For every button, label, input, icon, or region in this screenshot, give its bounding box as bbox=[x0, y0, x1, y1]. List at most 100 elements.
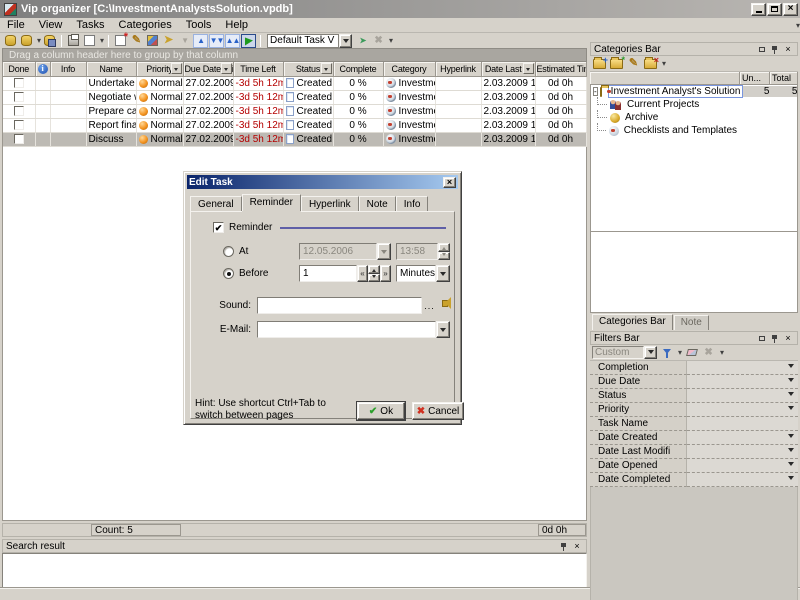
filter-row[interactable]: Date Created bbox=[590, 431, 798, 445]
filter-row[interactable]: Completion bbox=[590, 361, 798, 375]
task-row[interactable]: Negotiate with Normal 27.02.2009 -3d 5h … bbox=[3, 90, 586, 104]
search-close-button[interactable]: × bbox=[571, 541, 583, 552]
print-dropdown-icon[interactable]: ▾ bbox=[100, 36, 104, 45]
category-tree-item[interactable]: Archive bbox=[591, 111, 797, 124]
done-checkbox[interactable] bbox=[14, 134, 24, 144]
menu-item[interactable]: View bbox=[32, 18, 70, 32]
menu-item[interactable]: Tasks bbox=[69, 18, 111, 32]
time-down-button[interactable] bbox=[438, 252, 450, 261]
menu-item[interactable]: Tools bbox=[179, 18, 219, 32]
start-task-button[interactable] bbox=[241, 34, 256, 48]
cell-due-date[interactable]: 27.02.2009 bbox=[183, 132, 233, 146]
new-subcategory-button[interactable]: * bbox=[609, 57, 624, 71]
move-up-button[interactable]: ▲ bbox=[193, 34, 208, 48]
delete-category-button[interactable]: × bbox=[643, 57, 658, 71]
open-database-button[interactable] bbox=[19, 34, 34, 48]
spin-up-button[interactable] bbox=[368, 265, 380, 274]
toolbar-overflow-icon[interactable]: ▾ bbox=[796, 21, 800, 30]
category-label[interactable]: Checklists and Templates bbox=[622, 125, 739, 136]
filters-more-icon[interactable]: ▾ bbox=[720, 348, 724, 357]
dialog-tab[interactable]: Note bbox=[359, 196, 396, 211]
column-filter-button[interactable] bbox=[171, 63, 182, 74]
cell-due-date[interactable]: 27.02.2009 bbox=[183, 118, 233, 132]
cell-name[interactable]: Negotiate with bbox=[86, 90, 136, 104]
menu-item[interactable]: File bbox=[0, 18, 32, 32]
move-down-button[interactable]: ▼ bbox=[177, 34, 192, 48]
new-task-button[interactable] bbox=[113, 34, 128, 48]
spin-next-button[interactable]: » bbox=[380, 265, 391, 282]
cell-category[interactable]: Investment bbox=[383, 118, 435, 132]
category-tree-item[interactable]: - Investment Analyst's Solution 55 bbox=[591, 85, 797, 98]
edit-category-button[interactable]: ✎ bbox=[626, 57, 641, 71]
spin-down-button[interactable] bbox=[368, 274, 380, 283]
done-checkbox[interactable] bbox=[14, 92, 24, 102]
restore-button[interactable] bbox=[767, 3, 782, 16]
group-by-bar[interactable]: Drag a column header here to group by th… bbox=[2, 48, 587, 62]
cell-done[interactable] bbox=[3, 104, 35, 118]
filter-row[interactable]: Due Date bbox=[590, 375, 798, 389]
sound-field[interactable]: ... bbox=[257, 297, 437, 314]
at-date-dropdown[interactable] bbox=[377, 243, 391, 260]
save-database-button[interactable] bbox=[42, 34, 57, 48]
cell-category[interactable]: Investment bbox=[383, 90, 435, 104]
column-header[interactable]: Done bbox=[3, 62, 35, 76]
cell-complete[interactable]: 0 % bbox=[333, 118, 383, 132]
dialog-tab[interactable]: Reminder bbox=[242, 194, 301, 211]
cell-due-date[interactable]: 27.02.2009 bbox=[183, 76, 233, 90]
column-filter-button[interactable] bbox=[221, 63, 232, 74]
column-header[interactable]: Due Date&Ti bbox=[183, 62, 233, 76]
cell-done[interactable] bbox=[3, 118, 35, 132]
done-checkbox[interactable] bbox=[14, 106, 24, 116]
spin-prev-button[interactable]: « bbox=[357, 265, 368, 282]
dialog-tab[interactable]: General bbox=[190, 196, 242, 211]
filter-value-dropdown[interactable] bbox=[687, 431, 798, 445]
filter-value-dropdown[interactable] bbox=[687, 375, 798, 389]
search-result-content[interactable] bbox=[2, 553, 587, 589]
filter-value-dropdown[interactable] bbox=[687, 417, 798, 431]
menu-item[interactable]: Help bbox=[218, 18, 255, 32]
filter-value-dropdown[interactable] bbox=[687, 361, 798, 375]
pin-button[interactable] bbox=[558, 541, 570, 552]
cell-priority[interactable]: Normal bbox=[136, 90, 183, 104]
filter-row[interactable]: Date Last Modifi bbox=[590, 445, 798, 459]
at-date-combo[interactable]: 12.05.2006 bbox=[299, 243, 391, 260]
cell-name[interactable]: Discuss bbox=[86, 132, 136, 146]
before-radio[interactable] bbox=[223, 268, 234, 279]
cell-status[interactable]: Created bbox=[283, 132, 333, 146]
cell-priority[interactable]: Normal bbox=[136, 76, 183, 90]
apply-template-button[interactable]: ➤ bbox=[355, 34, 370, 48]
cell-category[interactable]: Investment bbox=[383, 104, 435, 118]
print-preview-button[interactable] bbox=[82, 34, 97, 48]
cell-status[interactable]: Created bbox=[283, 118, 333, 132]
cancel-button[interactable]: ✖ Cancel bbox=[412, 402, 464, 420]
cell-status[interactable]: Created bbox=[283, 76, 333, 90]
menu-item[interactable]: Categories bbox=[112, 18, 179, 32]
cell-done[interactable] bbox=[3, 76, 35, 90]
filters-close-button[interactable]: × bbox=[782, 333, 794, 344]
move-top-button[interactable]: ▲▲ bbox=[225, 34, 240, 48]
dialog-tab[interactable]: Info bbox=[396, 196, 429, 211]
filters-pin-button[interactable] bbox=[769, 333, 781, 344]
move-bottom-button[interactable]: ▼▼ bbox=[209, 34, 224, 48]
filter-row[interactable]: Status bbox=[590, 389, 798, 403]
task-template-dropdown-button[interactable] bbox=[339, 34, 352, 48]
categories-close-button[interactable]: × bbox=[782, 44, 794, 55]
cell-hyperlink[interactable] bbox=[435, 132, 481, 146]
category-label[interactable]: Current Projects bbox=[625, 99, 701, 110]
column-header[interactable]: Category bbox=[383, 62, 435, 76]
email-combo[interactable] bbox=[257, 321, 450, 338]
done-checkbox[interactable] bbox=[14, 120, 24, 130]
cell-priority[interactable]: Normal bbox=[136, 118, 183, 132]
task-row[interactable]: Discuss Normal 27.02.2009 -3d 5h 12m Cre… bbox=[3, 132, 586, 146]
cell-done[interactable] bbox=[3, 132, 35, 146]
task-row[interactable]: Undertake Normal 27.02.2009 -3d 5h 12m C… bbox=[3, 76, 586, 90]
task-row[interactable]: Prepare cash Normal 27.02.2009 -3d 5h 12… bbox=[3, 104, 586, 118]
cell-complete[interactable]: 0 % bbox=[333, 104, 383, 118]
task-colors-button[interactable] bbox=[145, 34, 160, 48]
toolbar-more-icon[interactable]: ▾ bbox=[389, 36, 393, 45]
task-row[interactable]: Report financial Normal 27.02.2009 -3d 5… bbox=[3, 118, 586, 132]
cell-due-date[interactable]: 27.02.2009 bbox=[183, 104, 233, 118]
cell-priority[interactable]: Normal bbox=[136, 104, 183, 118]
column-header[interactable]: Status bbox=[283, 62, 333, 76]
filter-value-dropdown[interactable] bbox=[687, 389, 798, 403]
